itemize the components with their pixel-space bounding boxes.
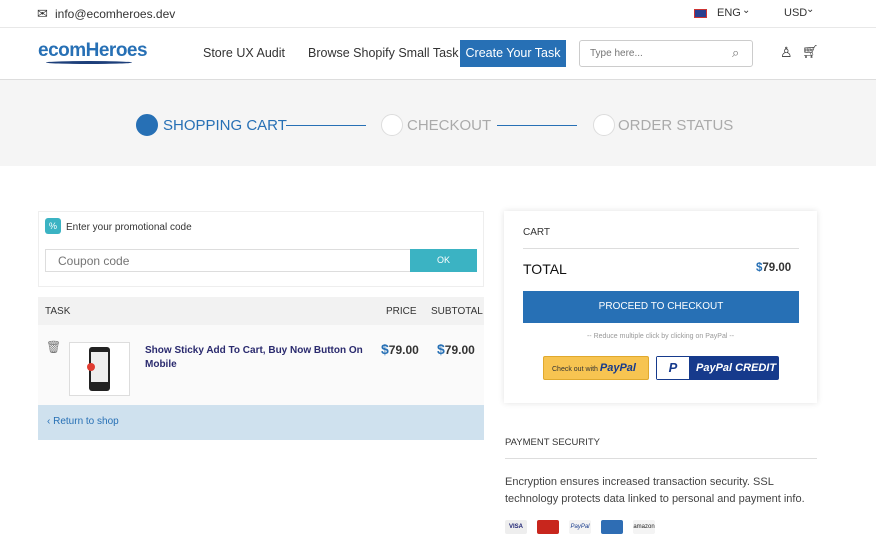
- product-thumbnail[interactable]: [69, 342, 130, 396]
- table-header: TASK PRICE SUBTOTAL: [38, 297, 484, 325]
- visa-icon: VISA: [505, 520, 527, 534]
- coupon-code-input[interactable]: [45, 249, 411, 272]
- step-order-status: ORDER STATUS: [618, 117, 734, 134]
- promo-box: % Enter your promotional code OK: [38, 211, 484, 287]
- header-price: PRICE: [386, 306, 417, 317]
- mail-icon: ✉: [37, 6, 48, 21]
- nav-link-store-ux-audit[interactable]: Store UX Audit: [203, 46, 285, 60]
- payment-icons: VISA PayPal amazon: [505, 520, 655, 534]
- mastercard-icon: [537, 520, 559, 534]
- logo-swoosh: [46, 61, 132, 64]
- product-name-link[interactable]: Show Sticky Add To Cart, Buy Now Button …: [145, 344, 365, 372]
- apply-coupon-button[interactable]: OK: [410, 249, 477, 272]
- paypal-note: -- Reduce multiple click by clicking on …: [586, 333, 735, 340]
- paypal-icon: PayPal: [569, 520, 591, 534]
- total-label: TOTAL: [523, 261, 567, 277]
- item-price: $79.00: [381, 341, 419, 357]
- top-bar: ✉ info@ecomheroes.dev ENG ⌄ USD ⌄: [0, 0, 876, 28]
- header-subtotal: SUBTOTAL: [431, 306, 483, 317]
- language-selector[interactable]: ENG: [717, 7, 741, 19]
- contact-email[interactable]: info@ecomheroes.dev: [55, 7, 175, 21]
- security-text: Encryption ensures increased transaction…: [505, 476, 805, 505]
- trash-icon[interactable]: 🗑︎: [46, 340, 61, 354]
- cart-table: TASK PRICE SUBTOTAL 🗑︎ Show Sticky Add T…: [38, 297, 484, 440]
- return-bar: ‹ Return to shop: [38, 405, 484, 440]
- step-shopping-cart: SHOPPING CART: [163, 117, 287, 134]
- cart-icon[interactable]: 🛒︎: [802, 44, 819, 60]
- step-checkout: CHECKOUT: [407, 117, 492, 134]
- discount-tag-icon: %: [45, 218, 61, 234]
- chevron-down-icon: ⌄: [806, 4, 815, 15]
- logo[interactable]: ecomHeroes: [38, 40, 148, 62]
- amazon-icon: amazon: [633, 520, 655, 534]
- total-value: $79.00: [756, 262, 792, 274]
- search-icon[interactable]: ⌕: [732, 45, 739, 61]
- user-icon[interactable]: ♙: [780, 44, 793, 61]
- main-nav: ecomHeroes Store UX Audit Browse Shopify…: [0, 28, 876, 80]
- paypal-logo-icon: P: [657, 357, 689, 379]
- uk-flag-icon: [694, 9, 707, 18]
- payment-security-title: PAYMENT SECURITY: [505, 437, 601, 448]
- currency-selector[interactable]: USD: [784, 7, 807, 19]
- cart-summary: CART TOTAL $79.00 PROCEED TO CHECKOUT --…: [504, 211, 817, 403]
- create-task-button[interactable]: Create Your Task: [460, 40, 566, 67]
- nav-link-browse-tasks[interactable]: Browse Shopify Small Task: [308, 46, 459, 60]
- amex-icon: [601, 520, 623, 534]
- step-circle: [381, 114, 403, 136]
- paypal-checkout-button[interactable]: Check out with PayPal: [543, 356, 649, 380]
- checkout-steps: SHOPPING CART CHECKOUT ORDER STATUS: [0, 80, 876, 166]
- divider: [523, 248, 799, 249]
- divider: [505, 458, 817, 459]
- cart-title: CART: [523, 227, 551, 238]
- promo-label: Enter your promotional code: [66, 222, 192, 233]
- return-to-shop-link[interactable]: ‹ Return to shop: [47, 416, 119, 427]
- proceed-to-checkout-button[interactable]: PROCEED TO CHECKOUT: [523, 291, 799, 323]
- item-subtotal: $79.00: [437, 341, 475, 357]
- header-task: TASK: [45, 306, 71, 317]
- table-row: 🗑︎ Show Sticky Add To Cart, Buy Now Butt…: [38, 325, 484, 405]
- step-circle-active: [136, 114, 158, 136]
- paypal-credit-button[interactable]: P PayPal CREDIT: [656, 356, 779, 380]
- step-circle: [593, 114, 615, 136]
- search-input[interactable]: [579, 40, 753, 67]
- step-connector: [497, 125, 577, 126]
- chevron-down-icon: ⌄: [742, 5, 751, 16]
- step-connector: [286, 125, 366, 126]
